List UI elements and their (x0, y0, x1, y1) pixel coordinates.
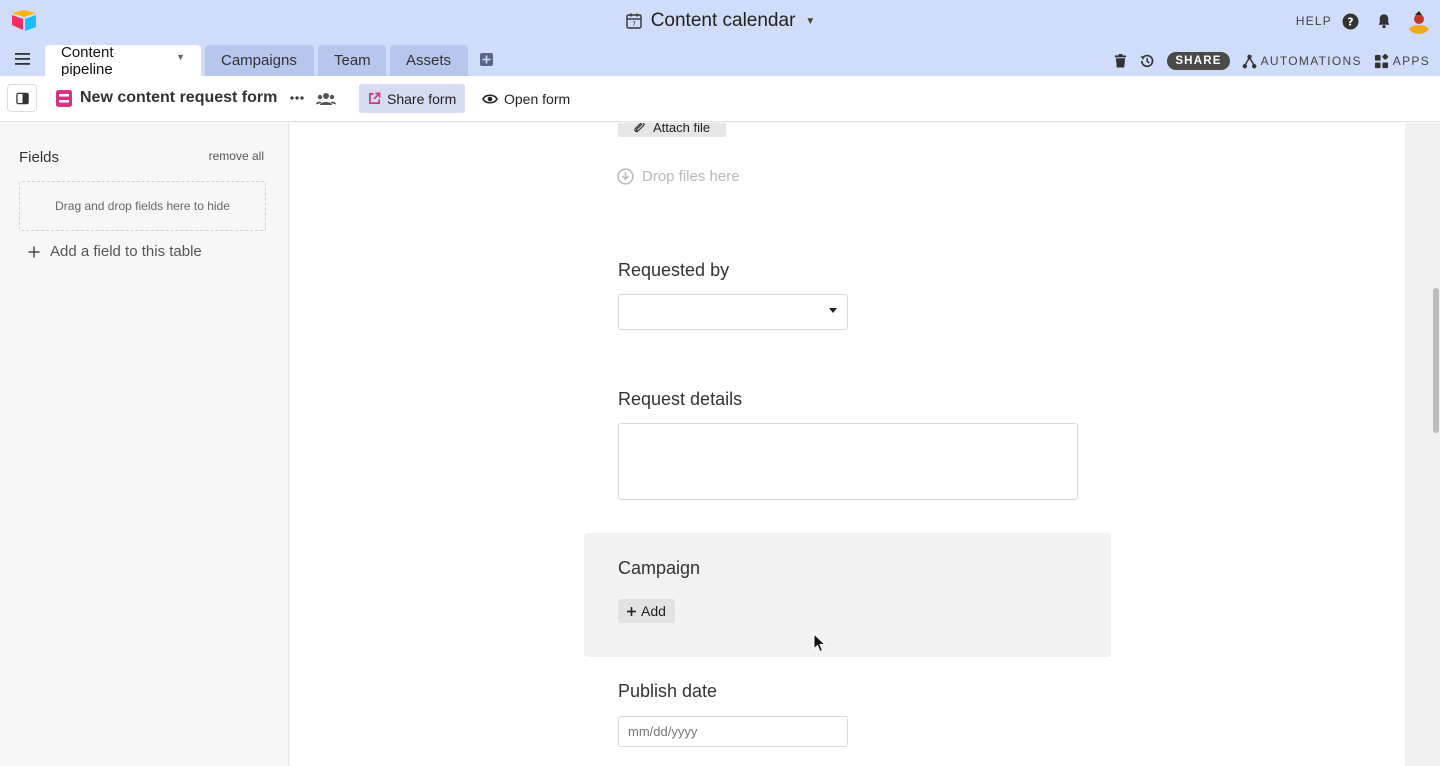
notifications-bell-icon[interactable] (1375, 13, 1392, 30)
chevron-down-icon[interactable]: ▼ (805, 16, 815, 27)
download-circle-icon (617, 168, 634, 185)
form-view-icon (56, 90, 72, 107)
attach-file-button[interactable]: Attach file (618, 123, 727, 137)
requested-by-select[interactable] (618, 294, 848, 330)
plus-icon (28, 246, 40, 257)
tab-caret-icon[interactable]: ▼ (176, 52, 185, 62)
tab-label: Campaigns (221, 52, 297, 69)
external-link-icon (369, 92, 381, 104)
share-form-label: Share form (387, 90, 457, 107)
add-field-button[interactable]: Add a field to this table (28, 243, 202, 260)
open-form-button[interactable]: Open form (482, 84, 570, 113)
tab-label: Team (334, 52, 371, 69)
automations-icon (1242, 54, 1256, 68)
eye-icon (482, 93, 498, 104)
open-form-label: Open form (504, 90, 571, 107)
campaign-add-button[interactable]: Add (618, 599, 675, 623)
add-table-icon[interactable] (479, 52, 494, 67)
dropdown-arrow-icon (829, 308, 837, 313)
svg-text:7: 7 (632, 21, 636, 28)
trash-icon[interactable] (1114, 53, 1127, 69)
campaign-field: Campaign Add (584, 533, 1111, 657)
svg-text:?: ? (1347, 15, 1353, 28)
help-link[interactable]: HELP (1296, 14, 1332, 28)
sidebar-panel-icon (15, 92, 29, 104)
sidebar-toggle-button[interactable] (7, 84, 37, 112)
tab-content-pipeline[interactable]: Content pipeline ▼ (45, 43, 201, 78)
base-title[interactable]: 7 Content calendar ▼ (0, 8, 1440, 34)
request-details-textarea[interactable] (618, 423, 1078, 500)
requested-by-label: Requested by (618, 260, 730, 280)
request-details-label: Request details (618, 389, 743, 409)
view-name[interactable]: New content request form (80, 89, 277, 107)
publish-date-label: Publish date (618, 681, 718, 701)
publish-date-input[interactable] (618, 716, 848, 747)
help-icon[interactable]: ? (1342, 13, 1359, 30)
drop-files-zone[interactable]: Drop files here (617, 168, 740, 185)
apps-icon (1374, 53, 1388, 68)
tab-assets[interactable]: Assets (390, 45, 468, 76)
view-bar: New content request form Share form Open… (0, 76, 1440, 122)
calendar-icon: 7 (625, 12, 643, 30)
fields-sidebar: Fields remove all Drag and drop fields h… (0, 123, 289, 766)
tab-team[interactable]: Team (318, 45, 386, 76)
automations-button[interactable]: AUTOMATIONS (1242, 54, 1362, 69)
fields-sidebar-title: Fields (19, 149, 60, 166)
plus-icon (627, 606, 636, 616)
history-icon[interactable] (1139, 53, 1155, 69)
mouse-pointer-icon (813, 633, 827, 653)
share-button[interactable]: SHARE (1167, 52, 1230, 70)
share-form-button[interactable]: Share form (359, 84, 466, 113)
base-title-text[interactable]: Content calendar (651, 10, 796, 32)
base-toolbar: SHARE AUTOMATIONS APPS (1114, 50, 1430, 72)
header-actions: HELP ? (1296, 8, 1432, 34)
hamburger-menu-icon[interactable] (14, 51, 32, 67)
campaign-label: Campaign (618, 558, 701, 578)
campaign-add-label: Add (641, 603, 666, 619)
apps-label: APPS (1392, 54, 1430, 68)
hidden-fields-dropzone[interactable]: Drag and drop fields here to hide (19, 181, 266, 231)
table-tabs-bar: Content pipeline ▼ Campaigns Team Assets… (0, 42, 1440, 78)
tab-label: Content pipeline (61, 43, 114, 78)
automations-label: AUTOMATIONS (1260, 54, 1362, 68)
apps-button[interactable]: APPS (1374, 53, 1430, 69)
drop-files-label: Drop files here (642, 168, 740, 185)
remove-all-link[interactable]: remove all (209, 149, 264, 163)
scrollbar-track[interactable] (1405, 123, 1440, 766)
collaborators-icon[interactable] (316, 91, 336, 107)
avatar[interactable] (1406, 8, 1432, 34)
paperclip-icon (634, 123, 645, 133)
tab-campaigns[interactable]: Campaigns (205, 45, 314, 76)
tab-label: Assets (406, 52, 452, 69)
scrollbar-thumb[interactable] (1433, 288, 1439, 433)
dropzone-text: Drag and drop fields here to hide (55, 199, 230, 213)
more-options-icon[interactable] (289, 92, 305, 104)
attach-file-label: Attach file (653, 123, 711, 135)
add-field-label: Add a field to this table (50, 243, 202, 260)
form-canvas: Attach file Drop files here Requested by… (290, 123, 1405, 766)
